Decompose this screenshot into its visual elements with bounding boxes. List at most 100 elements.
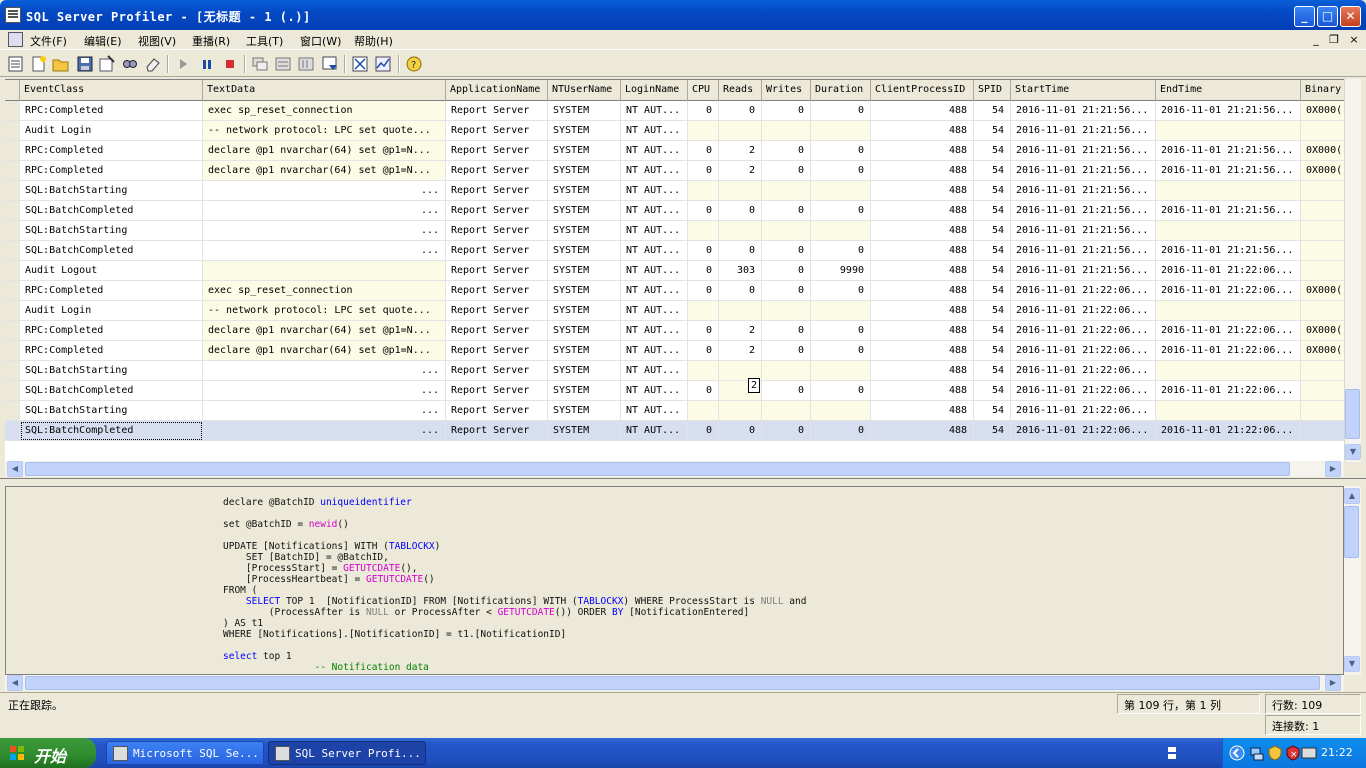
cell-spid[interactable]: 54 — [974, 361, 1011, 381]
cell-spid[interactable]: 54 — [974, 241, 1011, 261]
cell-event-class[interactable]: SQL:BatchCompleted — [20, 241, 203, 261]
table-row[interactable]: SQL:BatchCompleted... Report Server SYSTEM… — [5, 241, 1344, 261]
column-header-login-name[interactable]: LoginName — [621, 80, 688, 101]
cell-event-class[interactable]: RPC:Completed — [20, 141, 203, 161]
cell-end-time[interactable]: 2016-11-01 21:22:06... — [1156, 321, 1301, 341]
cell-reads[interactable]: 0 — [719, 101, 762, 121]
menu-file[interactable]: 文件(F) — [30, 33, 67, 49]
cell-writes[interactable]: 0 — [762, 281, 811, 301]
cell-text-data[interactable]: exec sp_reset_connection — [203, 101, 446, 121]
cell-login-name[interactable]: NT AUT... — [621, 361, 688, 381]
table-row[interactable]: SQL:BatchStarting... Report Server SYSTEM N… — [5, 181, 1344, 201]
cell-start-time[interactable]: 2016-11-01 21:22:06... — [1011, 421, 1156, 441]
cell-event-class[interactable]: Audit Login — [20, 121, 203, 141]
column-header-end-time[interactable]: EndTime — [1156, 80, 1301, 101]
menu-tools[interactable]: 工具(T) — [246, 33, 283, 49]
sql-text-pane[interactable]: declare @BatchID uniqueidentifier set @B… — [5, 486, 1344, 675]
cell-binary-data[interactable] — [1301, 421, 1344, 441]
cell-binary-data[interactable] — [1301, 261, 1344, 281]
sql-vscroll-thumb[interactable] — [1344, 506, 1359, 558]
cell-binary-data[interactable]: 0X000( — [1301, 101, 1344, 121]
mdi-restore-button[interactable]: ❐ — [1326, 32, 1342, 47]
cell-text-data[interactable]: -- network protocol: LPC set quote... — [203, 301, 446, 321]
cell-duration[interactable] — [811, 121, 871, 141]
cell-application-name[interactable]: Report Server — [446, 161, 548, 181]
cell-application-name[interactable]: Report Server — [446, 141, 548, 161]
cell-cpu[interactable]: 0 — [688, 141, 719, 161]
cell-duration[interactable] — [811, 181, 871, 201]
cell-nt-user-name[interactable]: SYSTEM — [548, 201, 621, 221]
row-selector[interactable] — [5, 201, 20, 221]
cell-end-time[interactable]: 2016-11-01 21:21:56... — [1156, 241, 1301, 261]
cell-reads[interactable]: 0 — [719, 241, 762, 261]
cell-application-name[interactable]: Report Server — [446, 221, 548, 241]
cell-end-time[interactable]: 2016-11-01 21:21:56... — [1156, 101, 1301, 121]
cell-spid[interactable]: 54 — [974, 201, 1011, 221]
cell-cpu[interactable]: 0 — [688, 261, 719, 281]
cell-text-data[interactable] — [203, 261, 446, 281]
row-selector[interactable] — [5, 141, 20, 161]
column-filter-icon[interactable] — [251, 55, 269, 73]
cell-text-data[interactable]: exec sp_reset_connection — [203, 281, 446, 301]
cell-text-data[interactable]: ... — [203, 421, 446, 441]
network-icon[interactable] — [1249, 745, 1265, 761]
row-selector[interactable] — [5, 261, 20, 281]
cell-client-process-id[interactable]: 488 — [871, 401, 974, 421]
cell-text-data[interactable]: ... — [203, 201, 446, 221]
cell-client-process-id[interactable]: 488 — [871, 321, 974, 341]
cell-nt-user-name[interactable]: SYSTEM — [548, 341, 621, 361]
cell-login-name[interactable]: NT AUT... — [621, 301, 688, 321]
cell-application-name[interactable]: Report Server — [446, 241, 548, 261]
cell-spid[interactable]: 54 — [974, 281, 1011, 301]
cell-end-time[interactable]: 2016-11-01 21:22:06... — [1156, 281, 1301, 301]
cell-writes[interactable] — [762, 121, 811, 141]
cell-event-class[interactable]: SQL:BatchStarting — [20, 181, 203, 201]
cell-reads[interactable]: 0 — [719, 421, 762, 441]
pause-icon[interactable] — [198, 55, 216, 73]
cell-event-class[interactable]: SQL:BatchStarting — [20, 221, 203, 241]
document-icon[interactable] — [8, 32, 23, 47]
cell-client-process-id[interactable]: 488 — [871, 181, 974, 201]
row-selector[interactable] — [5, 281, 20, 301]
cell-cpu[interactable] — [688, 401, 719, 421]
cell-nt-user-name[interactable]: SYSTEM — [548, 281, 621, 301]
performance-monitor-icon[interactable] — [374, 55, 392, 73]
cell-application-name[interactable]: Report Server — [446, 201, 548, 221]
cell-writes[interactable]: 0 — [762, 141, 811, 161]
cell-binary-data[interactable]: 0X000( — [1301, 141, 1344, 161]
cell-cpu[interactable]: 0 — [688, 161, 719, 181]
cell-spid[interactable]: 54 — [974, 141, 1011, 161]
row-selector[interactable] — [5, 241, 20, 261]
cell-text-data[interactable]: ... — [203, 241, 446, 261]
cell-start-time[interactable]: 2016-11-01 21:22:06... — [1011, 341, 1156, 361]
row-selector[interactable] — [5, 301, 20, 321]
close-button[interactable]: ✕ — [1340, 6, 1361, 27]
cell-reads[interactable]: 2 — [719, 321, 762, 341]
cell-nt-user-name[interactable]: SYSTEM — [548, 101, 621, 121]
open-icon[interactable] — [52, 55, 70, 73]
security-alert-icon[interactable]: × — [1285, 745, 1301, 761]
cell-start-time[interactable]: 2016-11-01 21:21:56... — [1011, 241, 1156, 261]
cell-login-name[interactable]: NT AUT... — [621, 141, 688, 161]
cell-end-time[interactable] — [1156, 401, 1301, 421]
row-selector[interactable] — [5, 401, 20, 421]
cell-login-name[interactable]: NT AUT... — [621, 241, 688, 261]
cell-end-time[interactable] — [1156, 221, 1301, 241]
sql-hscroll-thumb[interactable] — [25, 676, 1320, 690]
column-header-client-process-id[interactable]: ClientProcessID — [871, 80, 974, 101]
cell-writes[interactable]: 0 — [762, 241, 811, 261]
tray-expand-icon[interactable] — [1229, 745, 1245, 761]
table-row[interactable]: Audit Logout Report Server SYSTEM NT AUT...… — [5, 261, 1344, 281]
row-selector[interactable] — [5, 341, 20, 361]
cell-start-time[interactable]: 2016-11-01 21:22:06... — [1011, 301, 1156, 321]
cell-binary-data[interactable]: 0X000( — [1301, 161, 1344, 181]
cell-event-class[interactable]: Audit Logout — [20, 261, 203, 281]
cell-client-process-id[interactable]: 488 — [871, 201, 974, 221]
cell-writes[interactable]: 0 — [762, 261, 811, 281]
cell-nt-user-name[interactable]: SYSTEM — [548, 421, 621, 441]
cell-cpu[interactable] — [688, 181, 719, 201]
grid-vscroll-thumb[interactable] — [1345, 389, 1360, 439]
cell-application-name[interactable]: Report Server — [446, 361, 548, 381]
cell-login-name[interactable]: NT AUT... — [621, 221, 688, 241]
cell-nt-user-name[interactable]: SYSTEM — [548, 241, 621, 261]
